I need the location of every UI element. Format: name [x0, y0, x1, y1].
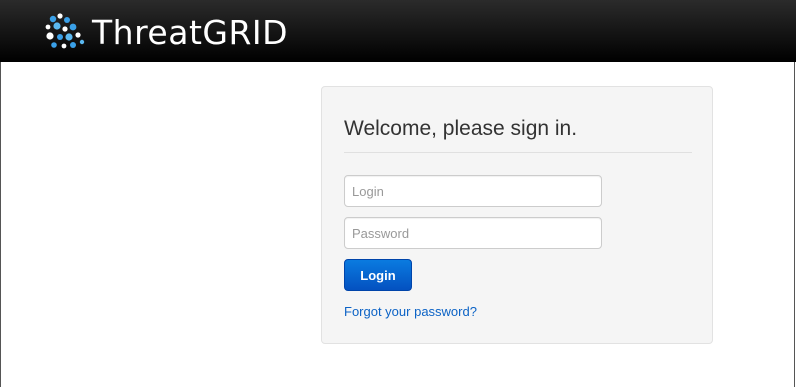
threatgrid-logo-icon — [45, 13, 85, 49]
password-input[interactable] — [344, 217, 602, 249]
brand-name: ThreatGRID — [92, 12, 289, 52]
signin-card: Welcome, please sign in. Login Forgot yo… — [321, 86, 713, 344]
top-header: ThreatGRID — [0, 0, 796, 62]
login-button[interactable]: Login — [344, 259, 412, 291]
login-input[interactable] — [344, 175, 602, 207]
brand-logo[interactable]: ThreatGRID — [42, 10, 288, 54]
title-divider — [344, 152, 692, 153]
forgot-password-link[interactable]: Forgot your password? — [344, 304, 477, 319]
signin-title: Welcome, please sign in. — [344, 117, 578, 140]
